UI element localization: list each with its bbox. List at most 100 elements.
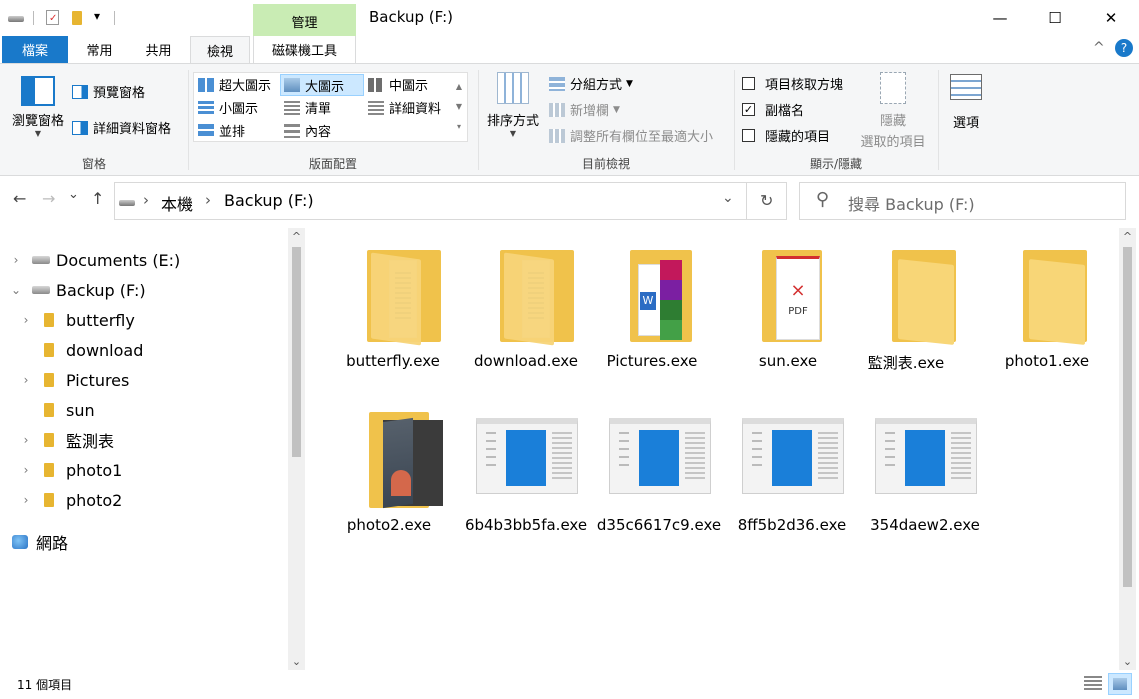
file-item[interactable]: photo2.exe [324, 406, 454, 534]
title-bar: ✓ ▾ 管理 Backup (F:) — ☐ ✕ [0, 0, 1139, 36]
layout-tiles[interactable]: 並排 [198, 121, 245, 140]
file-item[interactable]: d35c6617c9.exe [594, 406, 724, 534]
tab-manage[interactable]: 管理 [253, 4, 356, 36]
hidden-items-toggle[interactable]: 隱藏的項目 [742, 126, 830, 145]
expand-chevron-icon[interactable]: › [18, 433, 34, 447]
breadcrumb-separator[interactable]: › [205, 191, 211, 209]
large-icons-view-button[interactable] [1108, 673, 1132, 695]
search-box[interactable]: ⚲ 搜尋 Backup (F:) [799, 182, 1126, 220]
preview-pane-button[interactable]: 預覽窗格 [72, 82, 145, 101]
layout-details[interactable]: 詳細資料 [368, 98, 441, 117]
item-checkboxes-toggle[interactable]: 項目核取方塊 [742, 74, 843, 93]
drive-icon [32, 256, 50, 264]
layout-extra-large-icons[interactable]: 超大圖示 [198, 75, 271, 94]
maximize-button[interactable]: ☐ [1032, 0, 1078, 36]
expand-chevron-icon[interactable]: › [8, 253, 24, 267]
tree-item-photo2[interactable]: › photo2 [8, 485, 288, 515]
file-name: sun.exe [758, 352, 818, 370]
layout-gallery-scroller[interactable]: ▲ ▼ ▾ [452, 77, 466, 139]
tree-item-download[interactable]: download [8, 335, 288, 365]
breadcrumb-separator[interactable]: › [143, 191, 149, 209]
expand-chevron-icon[interactable]: › [18, 493, 34, 507]
scrollbar-thumb[interactable] [1123, 247, 1132, 587]
file-item[interactable]: 8ff5b2d36.exe [727, 406, 857, 534]
new-folder-icon[interactable] [72, 10, 88, 26]
medium-icons-icon [368, 77, 384, 92]
app-window-icon [476, 406, 578, 510]
close-button[interactable]: ✕ [1088, 0, 1134, 36]
preview-pane-icon [72, 84, 88, 99]
refresh-button[interactable]: ↻ [760, 191, 773, 210]
layout-small-icons[interactable]: 小圖示 [198, 98, 258, 117]
tree-item-documents-drive[interactable]: › Documents (E:) [8, 245, 288, 275]
window-title: Backup (F:) [369, 8, 453, 26]
tab-share[interactable]: 共用 [131, 36, 186, 63]
size-all-columns-button[interactable]: 調整所有欄位至最適大小 [549, 126, 713, 145]
address-bar[interactable]: › 本機 › Backup (F:) ⌄ ↻ [114, 182, 787, 220]
hide-selected-button[interactable]: 隱藏 選取的項目 [856, 72, 930, 150]
details-view-icon[interactable] [1084, 676, 1102, 692]
breadcrumb-this-pc[interactable]: 本機 [161, 191, 193, 215]
file-item[interactable]: butterfly.exe [328, 242, 458, 370]
nav-pane-scrollbar[interactable]: ^ ⌄ [288, 228, 305, 670]
scroll-down-button[interactable]: ⌄ [1119, 655, 1136, 668]
file-item[interactable]: 354daew2.exe [860, 406, 990, 534]
file-item[interactable]: 監測表.exe [841, 242, 971, 373]
navigation-pane-button[interactable]: 瀏覽窗格 ▼ [8, 68, 68, 148]
expand-chevron-icon[interactable]: › [18, 373, 34, 387]
hidden-items-checkbox[interactable] [742, 129, 755, 142]
collapse-ribbon-icon[interactable]: ^ [1093, 40, 1105, 56]
layout-content[interactable]: 內容 [284, 121, 331, 140]
address-history-button[interactable]: ⌄ [722, 190, 734, 206]
ribbon-tab-bar: 檔案 常用 共用 檢視 磁碟機工具 ^ ? [0, 36, 1139, 64]
file-extensions-toggle[interactable]: ✓ 副檔名 [742, 100, 804, 119]
tree-item-butterfly[interactable]: › butterfly [8, 305, 288, 335]
tab-home[interactable]: 常用 [72, 36, 127, 63]
details-pane-button[interactable]: 詳細資料窗格 [72, 118, 171, 137]
file-item[interactable]: photo1.exe [982, 242, 1112, 370]
back-button[interactable]: ← [13, 189, 26, 208]
minimize-button[interactable]: — [977, 0, 1023, 36]
tab-view[interactable]: 檢視 [190, 36, 250, 64]
group-by-button[interactable]: 分組方式 ▼ [549, 74, 633, 93]
layout-list[interactable]: 清單 [284, 98, 331, 117]
customize-toolbar-icon[interactable]: ▾ [94, 9, 100, 23]
collapse-chevron-icon[interactable]: ⌄ [8, 283, 24, 297]
tree-item-monitoring-table[interactable]: › 監測表 [8, 425, 288, 455]
expand-chevron-icon[interactable]: › [18, 463, 34, 477]
drive-icon [8, 10, 24, 26]
tab-file[interactable]: 檔案 [2, 36, 68, 63]
file-item[interactable]: ⨯ PDF sun.exe [723, 242, 853, 370]
scroll-down-button[interactable]: ⌄ [288, 655, 305, 668]
up-button[interactable]: ↑ [91, 189, 104, 208]
file-view-scrollbar[interactable]: ^ ⌄ [1119, 228, 1136, 670]
expand-chevron-icon[interactable]: › [18, 313, 34, 327]
scroll-up-button[interactable]: ^ [1119, 228, 1136, 245]
tree-item-backup-drive[interactable]: ⌄ Backup (F:) [8, 275, 288, 305]
tree-item-photo1[interactable]: › photo1 [8, 455, 288, 485]
layout-large-icons[interactable]: 大圖示 [280, 74, 364, 96]
file-name: photo2.exe [346, 516, 432, 534]
tree-item-network[interactable]: 網路 [8, 527, 288, 557]
recent-locations-button[interactable]: ⌄ [68, 187, 79, 202]
add-columns-button[interactable]: 新增欄 ▼ [549, 100, 620, 119]
breadcrumb-backup[interactable]: Backup (F:) [224, 191, 314, 210]
file-item[interactable]: W Pictures.exe [587, 242, 717, 370]
layout-medium-icons[interactable]: 中圖示 [368, 75, 428, 94]
help-icon[interactable]: ? [1115, 39, 1133, 57]
tree-item-pictures[interactable]: › Pictures [8, 365, 288, 395]
file-extensions-checkbox[interactable]: ✓ [742, 103, 755, 116]
item-checkboxes-checkbox[interactable] [742, 77, 755, 90]
scroll-up-button[interactable]: ^ [288, 228, 305, 245]
file-item[interactable]: 6b4b3bb5fa.exe [461, 406, 591, 534]
properties-icon[interactable]: ✓ [46, 10, 62, 26]
sort-by-button[interactable]: 排序方式 ▼ [483, 70, 543, 146]
tab-drive-tools[interactable]: 磁碟機工具 [253, 36, 356, 63]
tree-item-sun[interactable]: sun [8, 395, 288, 425]
details-pane-icon [72, 120, 88, 135]
scrollbar-thumb[interactable] [292, 247, 301, 457]
file-item[interactable]: download.exe [461, 242, 591, 370]
options-button[interactable]: 選項 [943, 74, 989, 131]
forward-button[interactable]: → [42, 189, 55, 208]
folder-icon [856, 242, 956, 346]
